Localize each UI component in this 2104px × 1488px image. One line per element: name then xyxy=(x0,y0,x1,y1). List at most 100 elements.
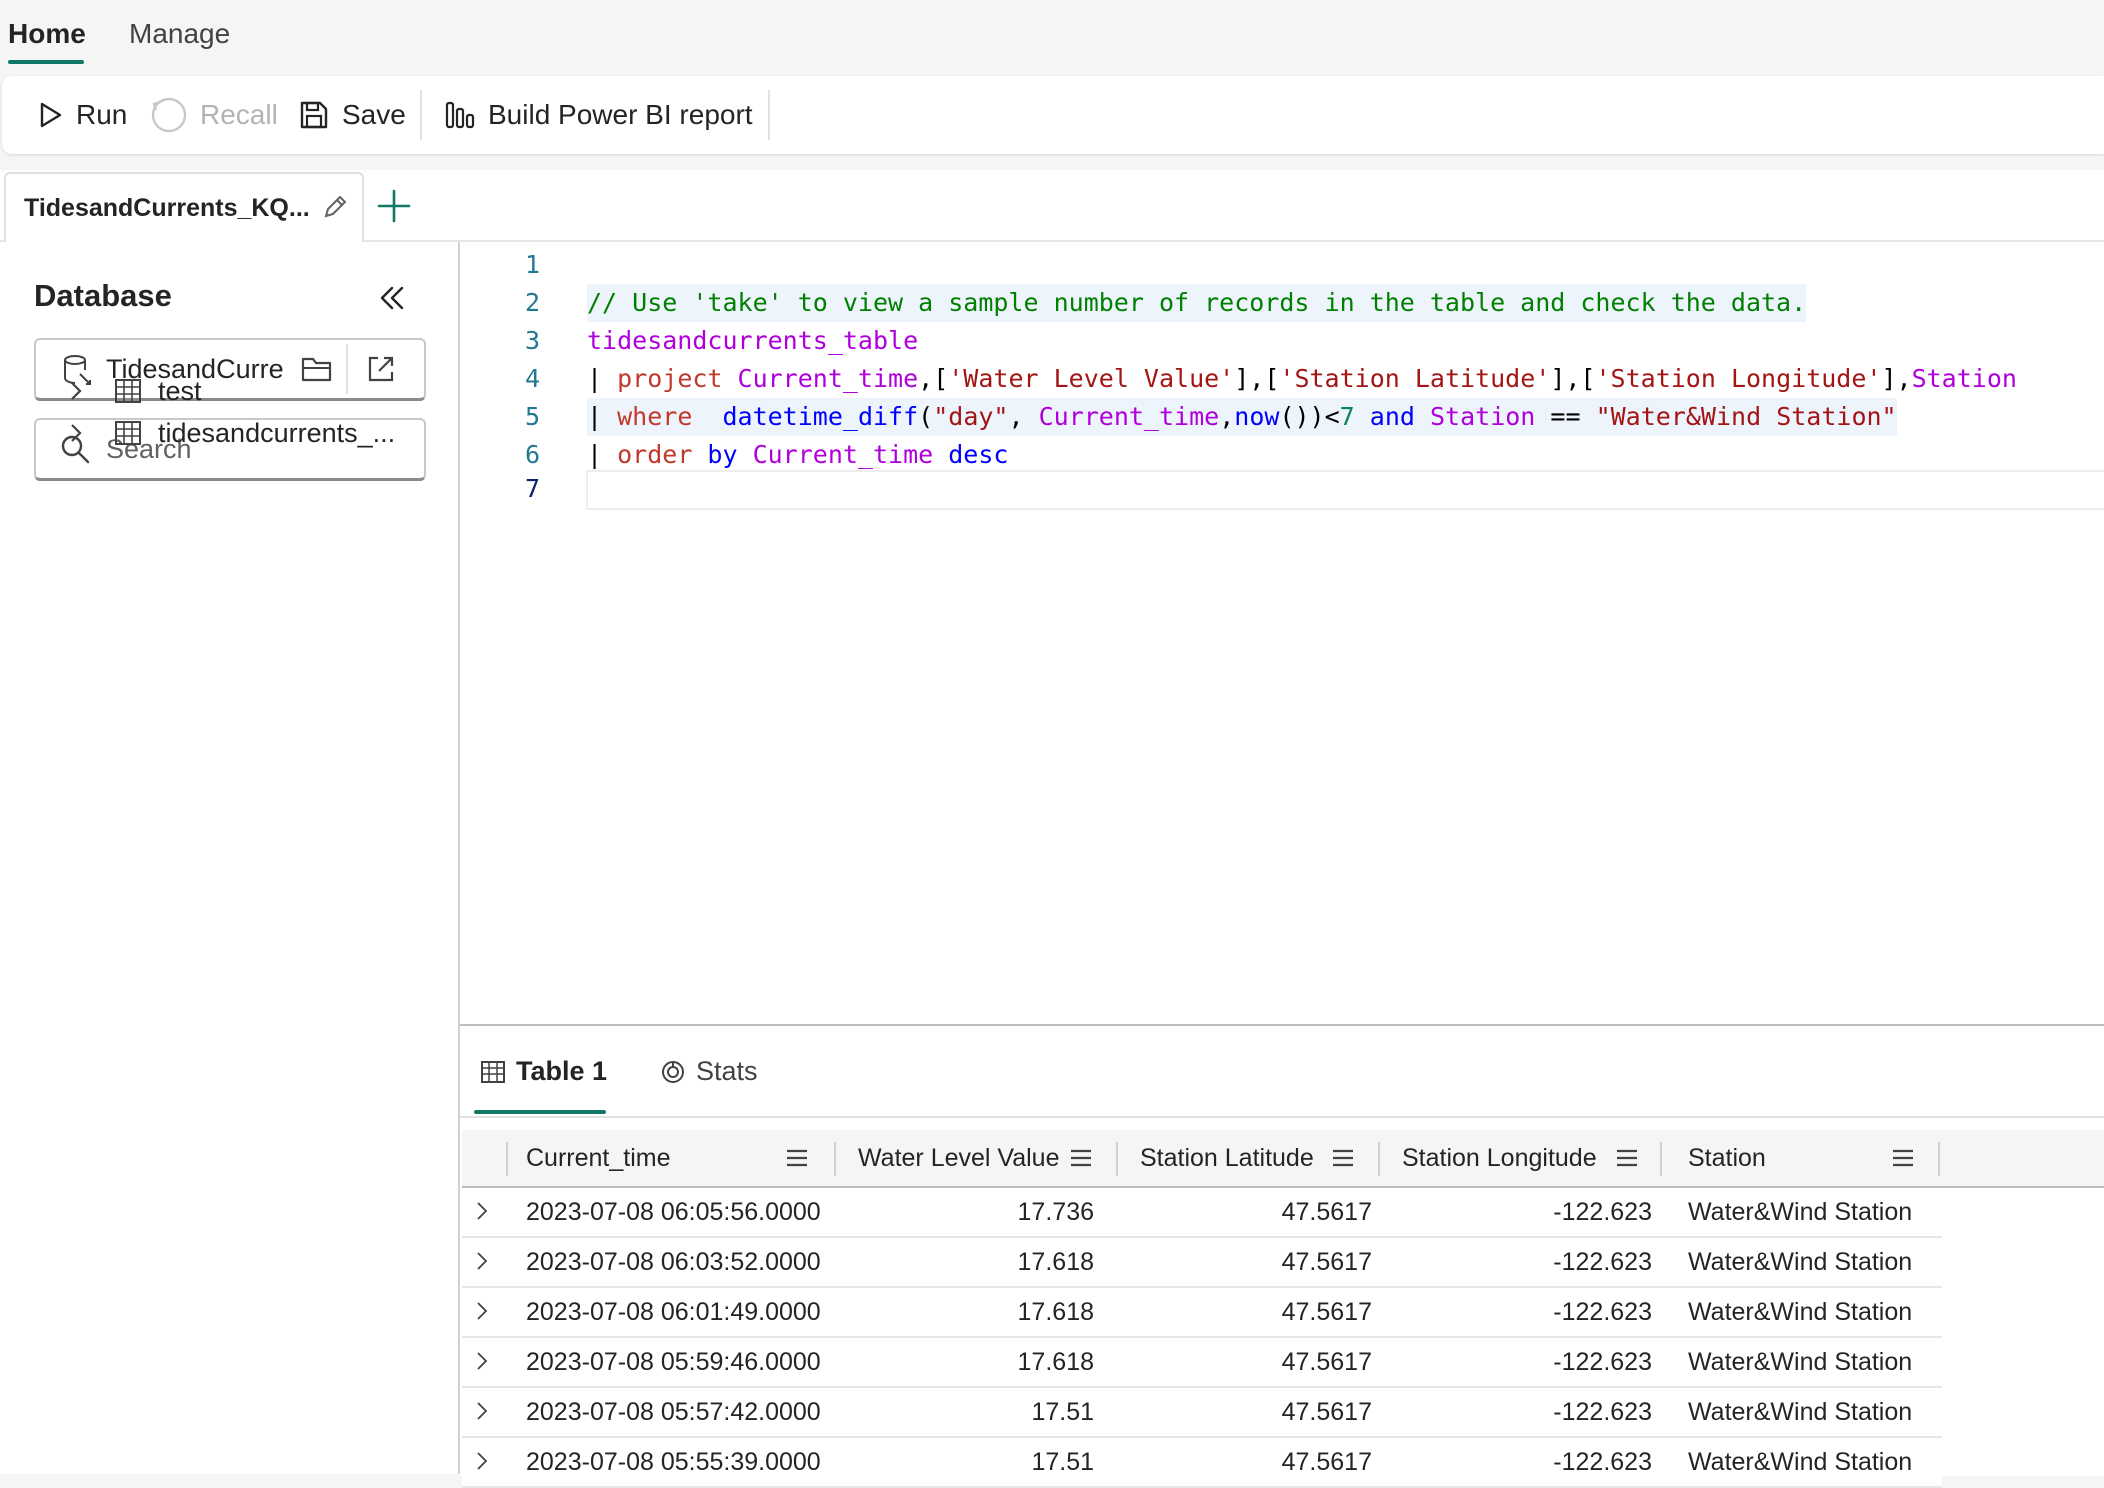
code-identifier: Current_time xyxy=(722,364,919,393)
code-punctuation: ())< xyxy=(1279,402,1340,431)
powerbi-label: Build Power BI report xyxy=(488,99,753,130)
table-cell: Water&Wind Station xyxy=(1688,1248,1913,1276)
code-line-3: tidesandcurrents_table xyxy=(587,322,918,360)
column-divider xyxy=(1378,1142,1380,1176)
run-label: Run xyxy=(76,99,128,130)
code-number: 7 xyxy=(1339,402,1355,431)
stats-icon xyxy=(662,1060,684,1083)
tab-table-1[interactable]: Table 1 xyxy=(480,1056,607,1087)
table-cell: 17.51 xyxy=(1031,1448,1094,1476)
code-identifier: Current_time xyxy=(737,440,934,469)
table-cell: 17.618 xyxy=(1017,1248,1094,1276)
line-number: 5 xyxy=(524,402,540,431)
column-menu-icon[interactable] xyxy=(1332,1148,1354,1168)
table-row[interactable]: 2023-07-08 05:57:42.0000 17.51 47.5617 -122… xyxy=(462,1388,1942,1438)
ribbon-tab-bar: Home Manage xyxy=(0,0,2104,68)
table-cell: Water&Wind Station xyxy=(1688,1298,1913,1326)
code-keyword: desc xyxy=(933,440,1009,469)
table-node-label: tidesandcurrents_... xyxy=(158,418,396,448)
chevron-right-icon[interactable] xyxy=(66,422,86,444)
table-cell: 2023-07-08 06:03:52.0000 xyxy=(526,1248,821,1276)
expand-row-chevron-icon[interactable] xyxy=(474,1200,490,1222)
table-cell: Water&Wind Station xyxy=(1688,1448,1913,1476)
tab-manage[interactable]: Manage xyxy=(129,18,230,50)
table-row[interactable]: 2023-07-08 06:05:56.0000 17.736 47.5617 -12… xyxy=(462,1188,1942,1238)
table-row[interactable]: 2023-07-08 05:59:46.0000 17.618 47.5617 -12… xyxy=(462,1338,1942,1388)
column-menu-icon[interactable] xyxy=(1616,1148,1638,1168)
expand-row-chevron-icon[interactable] xyxy=(474,1300,490,1322)
expand-row-chevron-icon[interactable] xyxy=(474,1350,490,1372)
table-icon xyxy=(114,378,142,404)
table-cell: 47.5617 xyxy=(1281,1248,1372,1276)
tab-home[interactable]: Home xyxy=(8,18,86,50)
column-menu-icon[interactable] xyxy=(1070,1148,1092,1168)
database-title: Database xyxy=(34,278,172,313)
chevron-right-icon[interactable] xyxy=(66,380,86,402)
code-punctuation: ,[ xyxy=(918,364,949,393)
recall-button[interactable]: Recall xyxy=(150,76,278,154)
table-node-tidesandcurrents[interactable]: tidesandcurrents_... xyxy=(60,408,440,458)
query-tab-strip: TidesandCurrents_KQ... xyxy=(0,170,2104,243)
table-cell: Water&Wind Station xyxy=(1688,1198,1913,1226)
column-menu-icon[interactable] xyxy=(1892,1148,1914,1168)
column-menu-icon[interactable] xyxy=(786,1148,808,1168)
line-number-current: 7 xyxy=(524,474,540,503)
table-cell: 47.5617 xyxy=(1281,1348,1372,1376)
table-cell: 17.618 xyxy=(1017,1298,1094,1326)
column-header-current-time[interactable]: Current_time xyxy=(526,1130,671,1186)
code-identifier: Current_time xyxy=(1038,402,1220,431)
expand-row-chevron-icon[interactable] xyxy=(474,1250,490,1272)
table-cell: 17.736 xyxy=(1017,1198,1094,1226)
table-icon xyxy=(481,1060,505,1083)
column-divider xyxy=(834,1142,836,1176)
table-row[interactable]: 2023-07-08 06:03:52.0000 17.618 47.5617 -12… xyxy=(462,1238,1942,1288)
grid-header-row: Current_time Water Level Value Station L… xyxy=(462,1130,2104,1188)
line-number: 2 xyxy=(524,288,540,317)
save-button[interactable]: Save xyxy=(298,76,406,154)
table-cell: Water&Wind Station xyxy=(1688,1348,1913,1376)
column-divider xyxy=(1938,1142,1940,1176)
table-cell: -122.623 xyxy=(1553,1398,1652,1426)
query-editor[interactable]: 1 2 3 4 5 6 7 // Use 'take' to view a sa… xyxy=(460,242,2104,1024)
results-tabs-divider xyxy=(460,1116,2104,1118)
table-cell: 47.5617 xyxy=(1281,1398,1372,1426)
table-cell: -122.623 xyxy=(1553,1198,1652,1226)
table-cell: -122.623 xyxy=(1553,1298,1652,1326)
tab-stats[interactable]: Stats xyxy=(660,1056,758,1087)
code-keyword: by xyxy=(692,440,738,469)
column-header-station[interactable]: Station xyxy=(1688,1130,1766,1186)
column-header-station-longitude[interactable]: Station Longitude xyxy=(1402,1130,1597,1186)
expand-row-chevron-icon[interactable] xyxy=(474,1400,490,1422)
pencil-icon[interactable] xyxy=(320,192,350,222)
query-tab[interactable]: TidesandCurrents_KQ... xyxy=(4,172,364,242)
table-cell: 2023-07-08 06:05:56.0000 xyxy=(526,1198,821,1226)
table-cell: 2023-07-08 05:55:39.0000 xyxy=(526,1448,821,1476)
code-string: "day" xyxy=(933,402,1009,431)
code-pipe: | xyxy=(587,402,618,431)
run-button[interactable]: Run xyxy=(36,76,127,154)
build-powerbi-report-button[interactable]: Build Power BI report xyxy=(444,76,753,154)
line-number: 3 xyxy=(524,326,540,355)
code-keyword: project xyxy=(617,364,723,393)
code-string: 'Water Level Value' xyxy=(948,364,1235,393)
table-cell: 2023-07-08 05:57:42.0000 xyxy=(526,1398,821,1426)
column-header-station-latitude[interactable]: Station Latitude xyxy=(1140,1130,1314,1186)
expand-row-chevron-icon[interactable] xyxy=(474,1450,490,1472)
code-string: "Water&Wind Station" xyxy=(1595,402,1897,431)
table-cell: -122.623 xyxy=(1553,1348,1652,1376)
table-row[interactable]: 2023-07-08 06:01:49.0000 17.618 47.5617 -12… xyxy=(462,1288,1942,1338)
code-pipe: | xyxy=(587,364,618,393)
add-tab-icon[interactable] xyxy=(376,188,412,224)
code-identifier: Station xyxy=(1414,402,1536,431)
code-punctuation: ( xyxy=(918,402,934,431)
table-row[interactable]: 2023-07-08 05:55:39.0000 17.51 47.5617 -122… xyxy=(462,1438,1942,1488)
save-label: Save xyxy=(342,99,406,130)
code-punctuation: ], xyxy=(1881,364,1912,393)
play-icon xyxy=(40,102,62,128)
tab-table-1-label: Table 1 xyxy=(516,1056,608,1086)
current-line-highlight xyxy=(586,470,2104,510)
tab-table-1-underline xyxy=(474,1110,606,1114)
column-header-water-level-value[interactable]: Water Level Value xyxy=(858,1130,1060,1186)
code-punctuation: ],[ xyxy=(1234,364,1280,393)
collapse-chevrons-icon[interactable] xyxy=(378,284,406,312)
